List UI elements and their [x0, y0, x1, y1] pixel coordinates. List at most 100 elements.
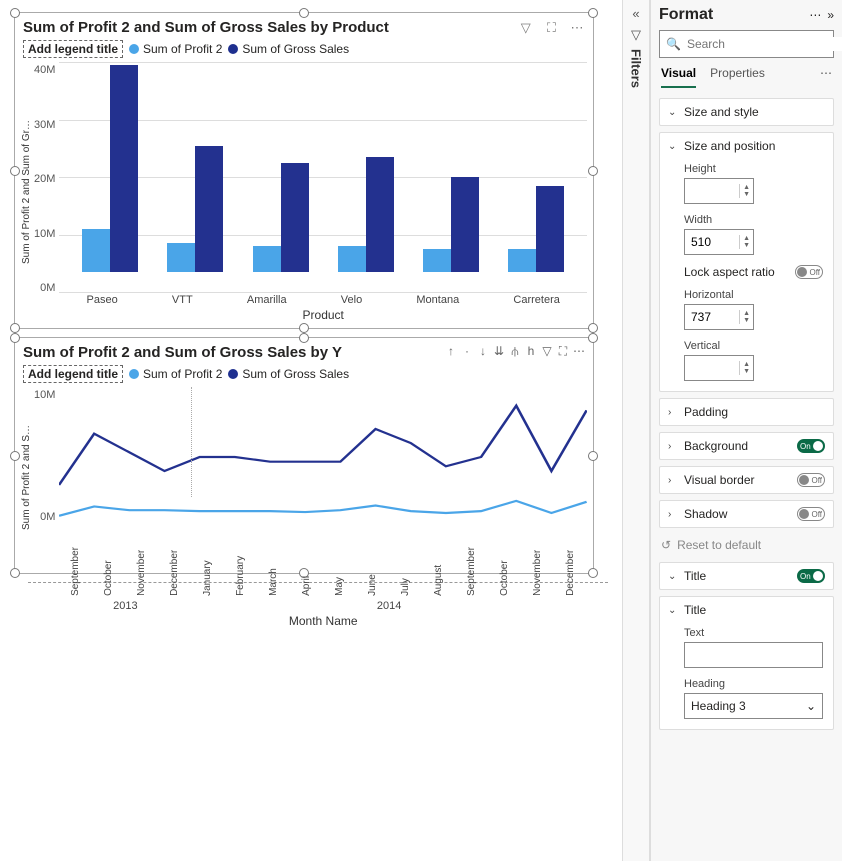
chevron-down-icon: ⌄: [668, 141, 678, 152]
tab-visual[interactable]: Visual: [661, 66, 696, 88]
legend-label: Sum of Profit 2: [143, 367, 222, 381]
section-size-and-position: ⌄ Size and position Height ▲▼ Width ▲▼: [659, 132, 834, 392]
resize-handle[interactable]: [10, 568, 20, 578]
field-label: Heading: [684, 678, 823, 690]
more-options-icon[interactable]: ⋯: [809, 8, 821, 22]
field-label: Vertical: [684, 340, 823, 352]
resize-handle[interactable]: [10, 8, 20, 18]
focus-mode-icon[interactable]: ⛶: [543, 20, 559, 36]
resize-handle[interactable]: [299, 333, 309, 343]
height-input[interactable]: ▲▼: [684, 178, 754, 204]
field-label: Width: [684, 214, 823, 226]
line-chart-visual[interactable]: Sum of Profit 2 and Sum of Gross Sales b…: [14, 337, 594, 574]
legend-label: Sum of Profit 2: [143, 42, 222, 56]
x-axis-ticks: PaseoVTTAmarillaVeloMontanaCarretera: [59, 294, 587, 306]
tab-more-icon[interactable]: ⋯: [820, 66, 832, 88]
filter-icon[interactable]: ▽: [518, 20, 534, 36]
resize-handle[interactable]: [299, 8, 309, 18]
background-toggle[interactable]: On: [797, 439, 825, 453]
reset-to-default[interactable]: ↺ Reset to default: [659, 534, 834, 556]
search-input[interactable]: 🔍: [659, 30, 834, 58]
resize-handle[interactable]: [588, 166, 598, 176]
section-shadow[interactable]: › Shadow Off: [659, 500, 834, 528]
chevron-right-icon: ›: [668, 407, 678, 418]
bar-chart-visual[interactable]: Sum of Profit 2 and Sum of Gross Sales b…: [14, 12, 594, 329]
filters-label[interactable]: Filters: [629, 49, 644, 88]
chevron-right-icon: ›: [668, 441, 678, 452]
y-axis-ticks: 10M 0M: [32, 387, 59, 567]
shadow-toggle[interactable]: Off: [797, 507, 825, 521]
y-axis-ticks: 40M 30M 20M 10M 0M: [32, 62, 59, 312]
chevron-down-icon: ⌄: [668, 107, 678, 118]
reset-icon: ↺: [661, 538, 671, 552]
visual-border-toggle[interactable]: Off: [797, 473, 825, 487]
resize-handle[interactable]: [10, 166, 20, 176]
search-field[interactable]: [687, 37, 842, 51]
field-label: Height: [684, 163, 823, 175]
stepper[interactable]: ▲▼: [739, 235, 753, 249]
resize-handle[interactable]: [10, 451, 20, 461]
section-padding[interactable]: › Padding: [659, 398, 834, 426]
pane-title: Format: [659, 6, 809, 24]
horizontal-input[interactable]: ▲▼: [684, 304, 754, 330]
hierarchy-icon[interactable]: h: [525, 344, 537, 359]
tab-properties[interactable]: Properties: [710, 66, 765, 88]
chevron-down-icon: ⌄: [806, 699, 816, 713]
collapse-left-icon[interactable]: «: [632, 6, 639, 21]
vertical-input[interactable]: ▲▼: [684, 355, 754, 381]
stepper[interactable]: ▲▼: [739, 184, 753, 198]
title-toggle[interactable]: On: [797, 569, 825, 583]
visual-header-icons: ↑· ↓ ⇊ ⫛ h ▽ ⛶ ⋯: [445, 344, 585, 359]
section-header[interactable]: ⌄ Title: [660, 597, 833, 623]
section-visual-border[interactable]: › Visual border Off: [659, 466, 834, 494]
legend-title-placeholder[interactable]: Add legend title: [23, 40, 123, 58]
resize-handle[interactable]: [588, 568, 598, 578]
section-header[interactable]: ⌄ Size and position: [660, 133, 833, 159]
lock-aspect-toggle[interactable]: Off: [795, 265, 823, 279]
legend-swatch: [228, 369, 238, 379]
plot-area[interactable]: PaseoVTTAmarillaVeloMontanaCarretera Pro…: [59, 62, 587, 322]
title-text-input[interactable]: [684, 642, 823, 668]
resize-handle[interactable]: [299, 323, 309, 333]
x-axis-label: Product: [59, 308, 587, 322]
filter-icon[interactable]: ▽: [541, 344, 553, 359]
year-label: 2014: [191, 600, 587, 612]
field-label: Text: [684, 627, 823, 639]
report-canvas[interactable]: Sum of Profit 2 and Sum of Gross Sales b…: [0, 0, 622, 861]
resize-handle[interactable]: [588, 8, 598, 18]
chevron-right-icon: ›: [668, 475, 678, 486]
section-title[interactable]: ⌄ Title On: [659, 562, 834, 590]
resize-handle[interactable]: [588, 333, 598, 343]
legend-swatch: [129, 369, 139, 379]
more-options-icon[interactable]: ⋯: [573, 344, 585, 359]
legend-swatch: [228, 44, 238, 54]
heading-select[interactable]: Heading 3 ⌄: [684, 693, 823, 719]
stepper[interactable]: ▲▼: [739, 310, 753, 324]
focus-mode-icon[interactable]: ⛶: [557, 344, 569, 359]
resize-handle[interactable]: [10, 333, 20, 343]
format-pane: Format ⋯ » 🔍 Visual Properties ⋯ ⌄ Size …: [650, 0, 842, 861]
section-background[interactable]: › Background On: [659, 432, 834, 460]
expand-right-icon[interactable]: »: [827, 8, 834, 22]
resize-handle[interactable]: [588, 323, 598, 333]
visual-title: Sum of Profit 2 and Sum of Gross Sales b…: [23, 19, 512, 36]
section-size-and-style[interactable]: ⌄ Size and style: [659, 98, 834, 126]
expand-icon[interactable]: ⇊: [493, 344, 505, 359]
resize-handle[interactable]: [588, 451, 598, 461]
drill-icon[interactable]: ⫛: [509, 344, 521, 359]
x-axis-label: Month Name: [59, 614, 587, 628]
stepper[interactable]: ▲▼: [739, 361, 753, 375]
chevron-down-icon: ⌄: [668, 605, 678, 616]
more-options-icon[interactable]: ⋯: [569, 20, 585, 36]
drill-down-icon[interactable]: ↓: [477, 344, 489, 359]
chevron-right-icon: ›: [668, 509, 678, 520]
resize-handle[interactable]: [10, 323, 20, 333]
filter-funnel-icon[interactable]: ▽: [631, 27, 641, 43]
legend-title-placeholder[interactable]: Add legend title: [23, 365, 123, 383]
filters-pane-collapsed[interactable]: « ▽ Filters: [622, 0, 650, 861]
drill-up-icon[interactable]: ↑: [445, 344, 457, 359]
legend-swatch: [129, 44, 139, 54]
plot-area[interactable]: SeptemberOctoberNovemberDecemberJanuaryF…: [59, 387, 587, 567]
legend-label: Sum of Gross Sales: [242, 42, 349, 56]
width-input[interactable]: ▲▼: [684, 229, 754, 255]
